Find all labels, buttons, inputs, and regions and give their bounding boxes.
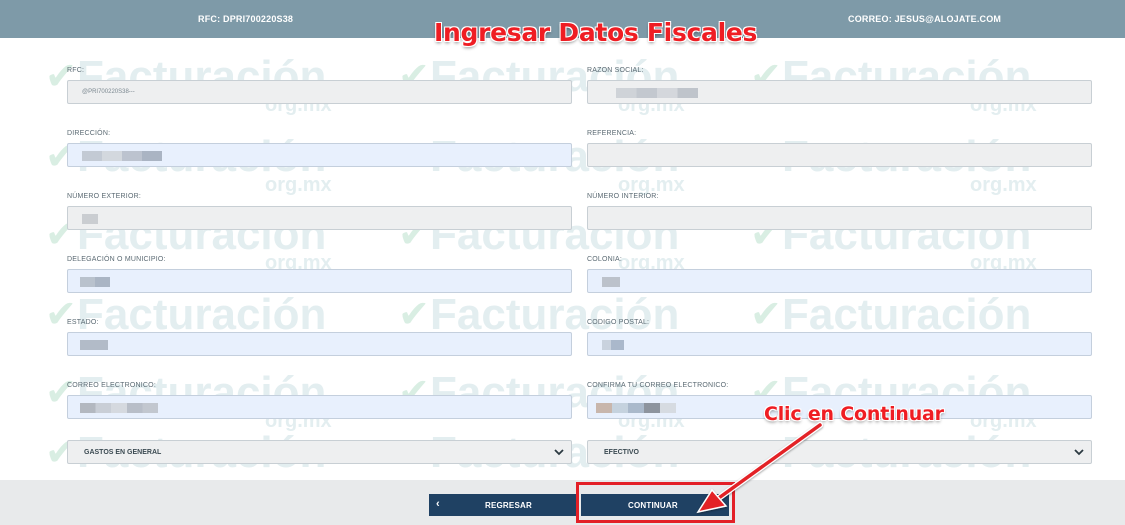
codigo-postal-label: CODIGO POSTAL: [587,319,650,326]
codigo-postal-field[interactable] [587,332,1092,356]
redacted-value [82,214,98,224]
watermark-sub: org.mx [970,174,1037,196]
delegacion-field[interactable] [67,269,572,293]
razon-social-field[interactable] [587,80,1092,104]
numero-exterior-label: NÚMERO EXTERIOR: [67,193,141,200]
uso-cfdi-select[interactable]: GASTOS EN GENERAL [67,440,572,464]
redacted-value [596,403,676,413]
rfc-value: @PRI700220S38--- [82,89,135,95]
redacted-value [602,277,620,287]
chevron-down-icon [1074,449,1084,456]
numero-exterior-field[interactable] [67,206,572,230]
rfc-label: RFC: [67,67,85,74]
numero-interior-label: NÚMERO INTERIOR: [587,193,659,200]
correo-label: CORREO ELECTRONICO: [67,382,156,389]
estado-field[interactable] [67,332,572,356]
estado-label: ESTADO: [67,319,99,326]
chevron-left-icon: ‹ [436,498,440,510]
redacted-value [80,403,158,413]
referencia-label: REFERENCIA: [587,130,637,137]
redacted-value [616,88,698,98]
redacted-value [602,340,624,350]
header-email: CORREO: JESUS@ALOJATE.COM [848,14,1002,24]
forma-pago-value: EFECTIVO [604,449,640,456]
direccion-label: DIRECCIÓN: [67,130,111,137]
annotation-title: Ingresar Datos Fiscales [434,18,758,47]
forma-pago-select[interactable]: EFECTIVO [587,440,1092,464]
confirma-correo-label: CONFIRMA TU CORREO ELECTRONICO: [587,382,729,389]
direccion-field[interactable] [67,143,572,167]
referencia-field[interactable] [587,143,1092,167]
colonia-field[interactable] [587,269,1092,293]
redacted-value [82,151,162,161]
rfc-field[interactable]: @PRI700220S38--- [67,80,572,104]
redacted-value [80,277,110,287]
razon-social-label: RAZON SOCIAL: [587,67,644,74]
numero-interior-field[interactable] [587,206,1092,230]
colonia-label: COLONIA: [587,256,623,263]
regresar-label: REGRESAR [485,501,532,510]
uso-cfdi-value: GASTOS EN GENERAL [84,449,162,456]
redacted-value [80,340,108,350]
arrow-icon [696,422,823,514]
watermark-sub: org.mx [265,174,332,196]
chevron-down-icon [554,449,564,456]
correo-field[interactable] [67,395,572,419]
regresar-button[interactable]: ‹ REGRESAR [429,494,577,516]
delegacion-label: DELEGACIÓN O MUNICIPIO: [67,256,166,263]
header-rfc: RFC: DPRI700220S38 [198,14,294,24]
